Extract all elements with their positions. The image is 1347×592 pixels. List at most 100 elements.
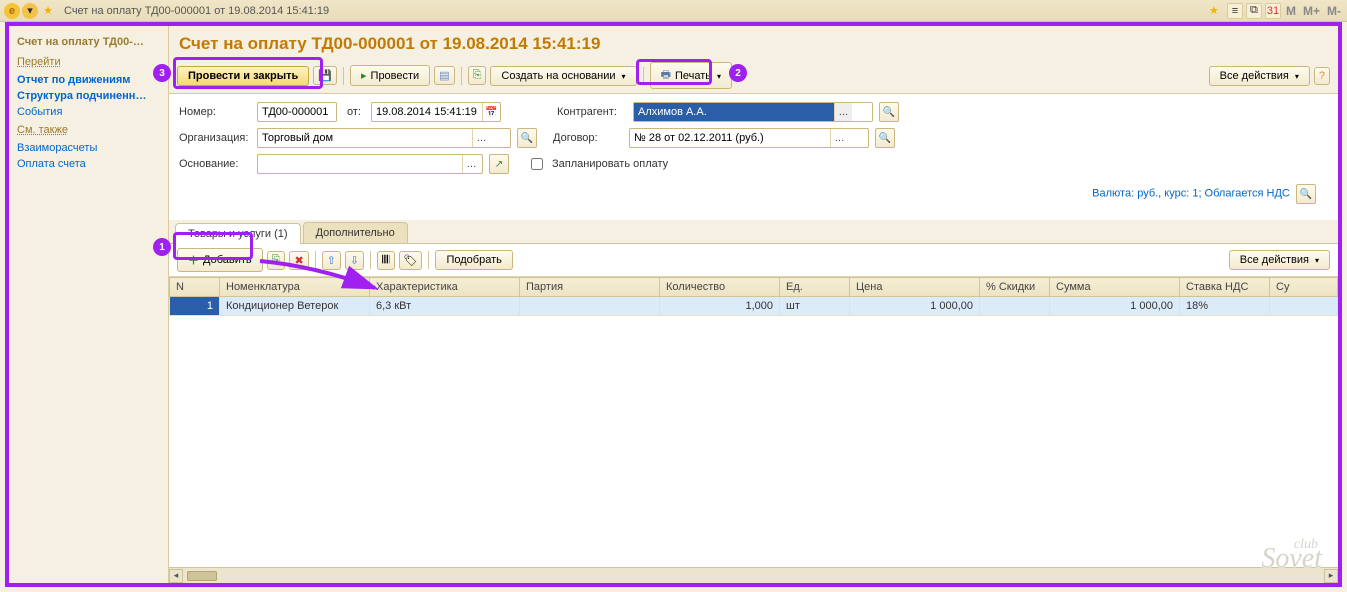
copy-icon: ⎘ [473, 69, 482, 82]
link-oplata[interactable]: Оплата счета [17, 156, 160, 172]
save-button[interactable]: 💾 [313, 66, 337, 85]
select-icon[interactable]: … [472, 129, 490, 147]
cell-vat[interactable]: 18% [1180, 297, 1270, 316]
separator [461, 67, 462, 85]
list-button[interactable]: ▤ [434, 66, 454, 85]
col-party[interactable]: Партия [520, 278, 660, 297]
horizontal-scrollbar[interactable]: ◂ ▸ [169, 567, 1338, 583]
separator [343, 67, 344, 85]
favorite-star-icon[interactable]: ★ [40, 3, 56, 19]
document-form: Номер: от: 📅 Контрагент: … 🔍 [169, 94, 1338, 216]
print-button[interactable]: 🖶Печать [650, 62, 732, 89]
cell-price[interactable]: 1 000,00 [850, 297, 980, 316]
search-org-icon[interactable]: 🔍 [517, 128, 537, 148]
currency-info-line: Валюта: руб., курс: 1; Облагается НДС 🔍 [179, 180, 1328, 208]
open-basis-icon[interactable]: ↗ [489, 154, 509, 174]
basis-field-wrap: … [257, 154, 483, 174]
main-content: Счет на оплату ТД00-000001 от 19.08.2014… [169, 26, 1338, 583]
label-plan-payment: Запланировать оплату [552, 158, 668, 170]
star-icon[interactable]: ★ [1206, 3, 1222, 19]
scroll-thumb[interactable] [187, 571, 217, 581]
memory-mminus[interactable]: M- [1325, 4, 1343, 18]
window-title: Счет на оплату ТД00-000001 от 19.08.2014… [64, 5, 1206, 17]
tag-button[interactable]: 🏷 [399, 251, 423, 270]
calendar-icon[interactable]: 31 [1265, 3, 1281, 19]
plus-icon: ＋ [188, 252, 199, 268]
link-vzaim[interactable]: Взаиморасчеты [17, 140, 160, 156]
help-icon: ? [1319, 70, 1325, 82]
history-icon[interactable]: ≡ [1227, 3, 1243, 19]
label-basis: Основание: [179, 158, 251, 170]
tab-additional[interactable]: Дополнительно [303, 222, 408, 243]
number-field[interactable] [258, 103, 336, 121]
all-actions-button[interactable]: Все действия [1209, 66, 1310, 86]
printer-icon: 🖶 [661, 66, 671, 85]
caret-icon [715, 70, 721, 82]
post-icon: ▸ [361, 69, 367, 82]
search-contract-icon[interactable]: 🔍 [875, 128, 895, 148]
calculator-icon[interactable]: ⧉ [1246, 3, 1262, 19]
items-grid[interactable]: N Номенклатура Характеристика Партия Кол… [169, 277, 1338, 583]
cell-sum[interactable]: 1 000,00 [1050, 297, 1180, 316]
memory-m[interactable]: M [1284, 4, 1298, 18]
cell-n[interactable]: 1 [170, 297, 220, 316]
col-price[interactable]: Цена [850, 278, 980, 297]
date-field-wrap: 📅 [371, 102, 501, 122]
select-icon[interactable]: … [462, 155, 480, 173]
scroll-left-icon[interactable]: ◂ [169, 569, 183, 583]
search-counterparty-icon[interactable]: 🔍 [879, 102, 899, 122]
link-events[interactable]: События [17, 104, 160, 120]
date-field[interactable] [372, 103, 482, 121]
link-report[interactable]: Отчет по движениям [17, 72, 160, 88]
memory-mplus[interactable]: M+ [1301, 4, 1322, 18]
nav-sidebar: Счет на оплату ТД00-… Перейти Отчет по д… [9, 26, 169, 583]
calendar-icon[interactable]: 📅 [482, 103, 500, 121]
list-icon: ▤ [439, 69, 449, 82]
label-counterparty: Контрагент: [557, 106, 627, 118]
grid-all-actions-button[interactable]: Все действия [1229, 250, 1330, 270]
cell-party[interactable] [520, 297, 660, 316]
cell-extra[interactable] [1270, 297, 1338, 316]
counterparty-field[interactable] [634, 103, 834, 121]
post-and-close-button[interactable]: Провести и закрыть [177, 66, 309, 86]
separator [428, 251, 429, 269]
copy-button[interactable]: ⎘ [468, 66, 487, 85]
create-based-button[interactable]: Создать на основании [490, 66, 636, 86]
col-vat[interactable]: Ставка НДС [1180, 278, 1270, 297]
sidebar-section-go: Перейти [17, 52, 160, 72]
window-titlebar: e ▾ ★ Счет на оплату ТД00-000001 от 19.0… [0, 0, 1347, 22]
scroll-right-icon[interactable]: ▸ [1324, 569, 1338, 583]
caret-icon [1293, 70, 1299, 82]
cell-unit[interactable]: шт [780, 297, 850, 316]
col-discount[interactable]: % Скидки [980, 278, 1050, 297]
link-structure[interactable]: Структура подчиненн… [17, 88, 160, 104]
info-search-icon[interactable]: 🔍 [1296, 184, 1316, 204]
add-row-button[interactable]: ＋Добавить [177, 248, 263, 272]
col-n[interactable]: N [170, 278, 220, 297]
cell-quantity[interactable]: 1,000 [660, 297, 780, 316]
tab-goods[interactable]: Товары и услуги (1) [175, 223, 301, 244]
col-quantity[interactable]: Количество [660, 278, 780, 297]
contract-field[interactable] [630, 129, 830, 147]
dropdown-icon[interactable]: ▾ [22, 3, 38, 19]
cell-discount[interactable] [980, 297, 1050, 316]
sidebar-title: Счет на оплату ТД00-… [17, 32, 160, 52]
basis-field[interactable] [258, 155, 462, 173]
help-button[interactable]: ? [1314, 67, 1330, 85]
app-icon: e [4, 3, 20, 19]
detail-tabs: Товары и услуги (1) Дополнительно [169, 220, 1338, 244]
col-extra[interactable]: Су [1270, 278, 1338, 297]
main-toolbar: Провести и закрыть 💾 ▸Провести ▤ ⎘ Созда… [169, 58, 1338, 94]
organization-field-wrap: … [257, 128, 511, 148]
post-button[interactable]: ▸Провести [350, 65, 430, 86]
select-icon[interactable]: … [830, 129, 848, 147]
organization-field[interactable] [258, 129, 472, 147]
callout-3: 3 [153, 64, 171, 82]
caret-icon [1313, 254, 1319, 266]
currency-info-link[interactable]: Валюта: руб., курс: 1; Облагается НДС [1092, 188, 1290, 200]
col-sum[interactable]: Сумма [1050, 278, 1180, 297]
select-icon[interactable]: … [834, 103, 852, 121]
select-items-button[interactable]: Подобрать [435, 250, 512, 270]
plan-payment-checkbox[interactable] [531, 158, 543, 170]
col-unit[interactable]: Ед. [780, 278, 850, 297]
